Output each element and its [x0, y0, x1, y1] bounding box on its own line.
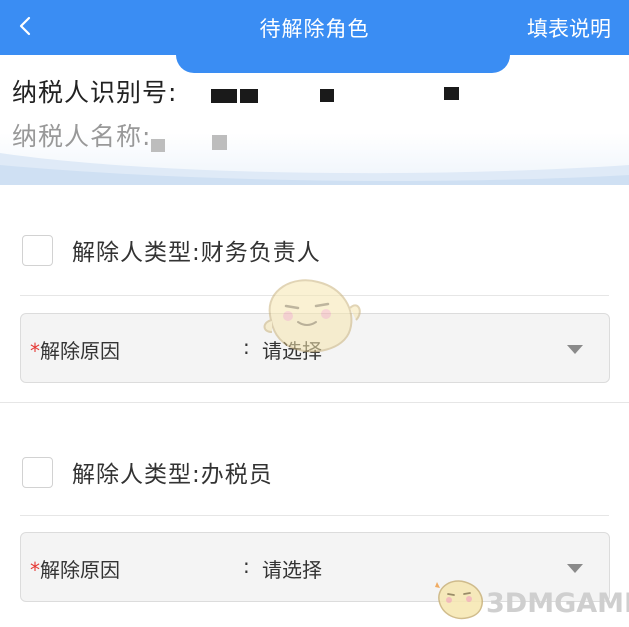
redacted-block: [320, 89, 334, 102]
site-watermark: 3DMGAME: [486, 588, 629, 619]
taxpayer-name-label: 纳税人名称:: [12, 122, 152, 151]
reason-label-text: 解除原因: [40, 558, 120, 582]
reason-label: *解除原因: [30, 335, 120, 364]
required-mark: *: [30, 339, 40, 363]
form-instructions-link[interactable]: 填表说明: [527, 13, 611, 43]
mascot-watermark-icon: [263, 279, 361, 353]
divider: [0, 402, 629, 403]
role-checkbox[interactable]: [22, 235, 53, 266]
mascot-logo-icon: [435, 580, 483, 620]
taxpayer-info-card: 纳税人识别号: 纳税人名称:: [0, 55, 629, 185]
redacted-block: [211, 89, 237, 103]
reason-colon: :: [243, 335, 250, 359]
role-item: 解除人类型:办税员: [0, 457, 629, 517]
required-mark: *: [30, 558, 40, 582]
reason-label: *解除原因: [30, 554, 120, 583]
dropdown-caret-icon: [567, 345, 583, 354]
dropdown-caret-icon: [567, 564, 583, 573]
redacted-block: [240, 89, 258, 103]
role-checkbox[interactable]: [22, 457, 53, 488]
role-type-label: 解除人类型:办税员: [72, 462, 273, 488]
reason-value: 请选择: [262, 558, 322, 582]
role-type-label: 解除人类型:财务负责人: [72, 240, 321, 266]
reason-label-text: 解除原因: [40, 339, 120, 363]
reason-colon: :: [243, 554, 250, 578]
taxpayer-id-label: 纳税人识别号:: [12, 78, 178, 107]
redacted-block: [212, 135, 227, 150]
divider: [20, 515, 609, 516]
top-nav-bar: 待解除角色 填表说明: [0, 0, 629, 57]
header-tab-bump: [176, 55, 510, 73]
redacted-block: [444, 87, 459, 100]
redacted-block: [151, 139, 165, 152]
